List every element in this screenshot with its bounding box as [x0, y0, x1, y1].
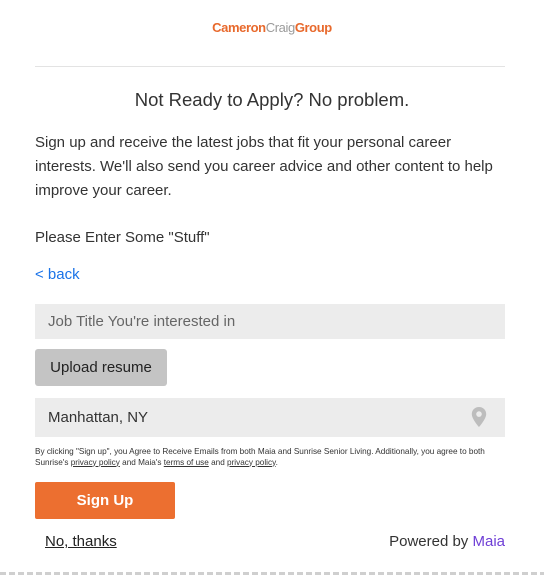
location-pin-icon [471, 407, 487, 427]
intro-text: Sign up and receive the latest jobs that… [35, 134, 493, 199]
sign-up-button[interactable]: Sign Up [35, 482, 175, 519]
logo-part-craig: Craig [265, 20, 295, 35]
upload-resume-button[interactable]: Upload resume [35, 349, 167, 386]
logo-part-cameron: Cameron [212, 20, 266, 35]
legal-text-4: . [275, 457, 278, 467]
maia-privacy-policy-link[interactable]: privacy policy [227, 458, 276, 467]
powered-by-prefix: Powered by [389, 533, 473, 550]
header-divider [35, 66, 505, 67]
powered-by: Powered by Maia [389, 532, 505, 552]
maia-brand-link[interactable]: Maia [472, 533, 505, 550]
sunrise-privacy-policy-link[interactable]: privacy policy [71, 458, 120, 467]
no-thanks-link[interactable]: No, thanks [45, 532, 117, 552]
signup-modal: CameronCraigGroup Not Ready to Apply? No… [0, 0, 544, 575]
logo-part-group: Group [294, 20, 332, 35]
legal-text-3: and [208, 457, 228, 467]
back-link[interactable]: < back [35, 264, 80, 286]
maia-terms-of-use-link[interactable]: terms of use [164, 458, 209, 467]
modal-title: Not Ready to Apply? No problem. [134, 89, 410, 110]
prompt-text: Please Enter Some "Stuff" [35, 229, 210, 246]
job-title-input[interactable] [35, 304, 505, 339]
legal-text-2: and Maia's [119, 457, 164, 467]
location-input[interactable] [35, 398, 505, 437]
legal-disclaimer: By clicking "Sign up", you Agree to Rece… [35, 447, 507, 468]
company-logo: CameronCraigGroup [0, 20, 544, 36]
